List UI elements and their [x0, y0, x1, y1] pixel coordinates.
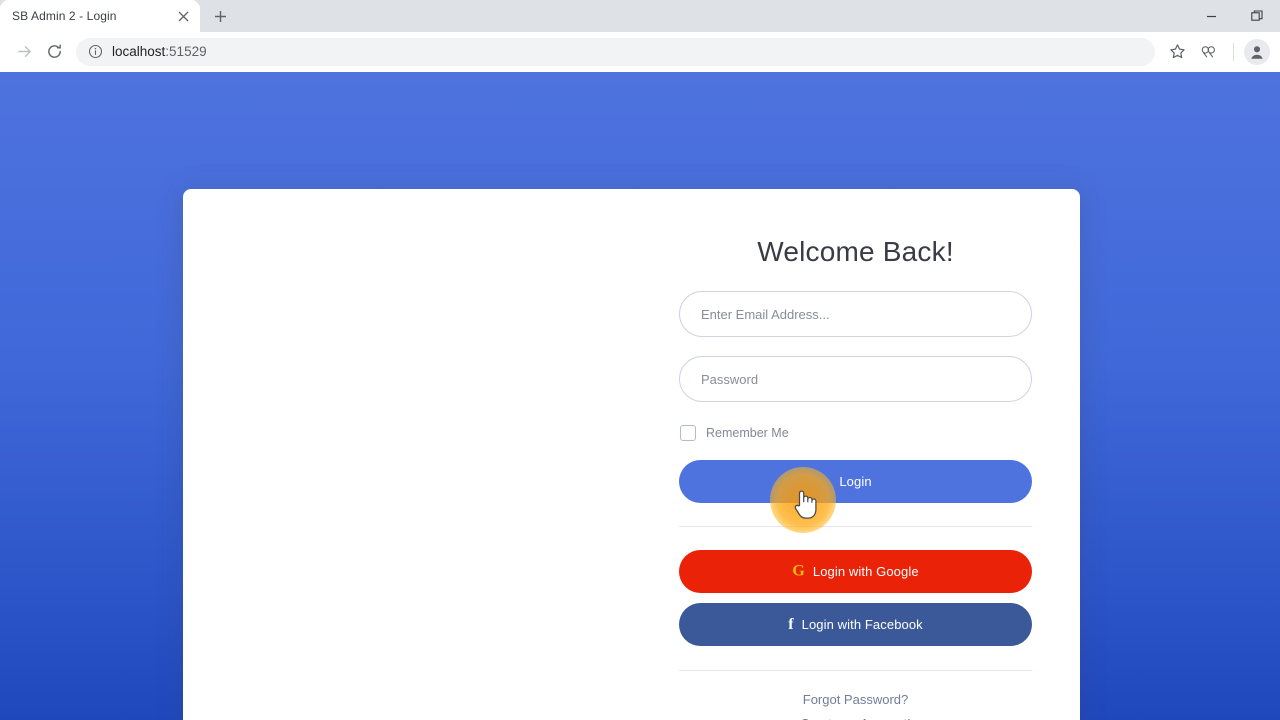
extensions-icon[interactable] — [1195, 38, 1223, 66]
form-divider-top — [679, 526, 1032, 527]
toolbar-divider — [1233, 42, 1234, 61]
login-image-panel — [183, 189, 631, 720]
form-divider-bottom — [679, 670, 1032, 671]
minimize-icon[interactable] — [1188, 0, 1234, 32]
tab-strip: SB Admin 2 - Login — [0, 0, 1280, 32]
close-icon[interactable] — [174, 7, 192, 25]
new-tab-button[interactable] — [206, 2, 234, 30]
restore-icon[interactable] — [1234, 0, 1280, 32]
page-viewport: Welcome Back! Remember Me Login G Login … — [0, 72, 1280, 720]
login-with-facebook-label: Login with Facebook — [801, 617, 923, 632]
google-icon: G — [792, 562, 805, 579]
login-with-facebook-button[interactable]: f Login with Facebook — [679, 603, 1032, 646]
page-title: Welcome Back! — [757, 236, 954, 267]
login-button[interactable]: Login — [679, 460, 1032, 503]
remember-me-checkbox[interactable] — [680, 425, 696, 441]
login-with-google-button[interactable]: G Login with Google — [679, 550, 1032, 593]
login-card: Welcome Back! Remember Me Login G Login … — [183, 189, 1080, 720]
facebook-icon: f — [788, 615, 794, 633]
create-account-link[interactable]: Create an Account! — [679, 712, 1032, 720]
login-form-panel: Welcome Back! Remember Me Login G Login … — [631, 189, 1080, 720]
url-port: :51529 — [165, 44, 207, 59]
login-with-google-label: Login with Google — [812, 564, 919, 579]
forward-arrow-icon[interactable] — [10, 38, 38, 66]
email-field[interactable] — [679, 291, 1032, 337]
address-bar[interactable]: localhost:51529 — [76, 37, 1155, 66]
url-host: localhost — [112, 44, 166, 59]
forgot-password-link[interactable]: Forgot Password? — [679, 688, 1032, 712]
toolbar-right-icons — [1163, 38, 1270, 66]
address-bar-url: localhost:51529 — [112, 44, 207, 59]
browser-window: SB Admin 2 - Login localhost:51529 Welco… — [0, 0, 1280, 720]
footer-links: Forgot Password? Create an Account! — [679, 688, 1032, 720]
star-icon[interactable] — [1163, 38, 1191, 66]
browser-tab-active[interactable]: SB Admin 2 - Login — [0, 0, 200, 32]
tab-title: SB Admin 2 - Login — [12, 9, 117, 23]
remember-me-row[interactable]: Remember Me — [680, 425, 1032, 441]
browser-toolbar: localhost:51529 — [0, 32, 1280, 72]
reload-icon[interactable] — [40, 38, 68, 66]
profile-avatar-icon[interactable] — [1244, 38, 1270, 65]
password-field[interactable] — [679, 356, 1032, 402]
window-controls — [1188, 0, 1280, 32]
remember-me-label: Remember Me — [706, 426, 789, 440]
info-circle-icon[interactable] — [88, 44, 104, 60]
